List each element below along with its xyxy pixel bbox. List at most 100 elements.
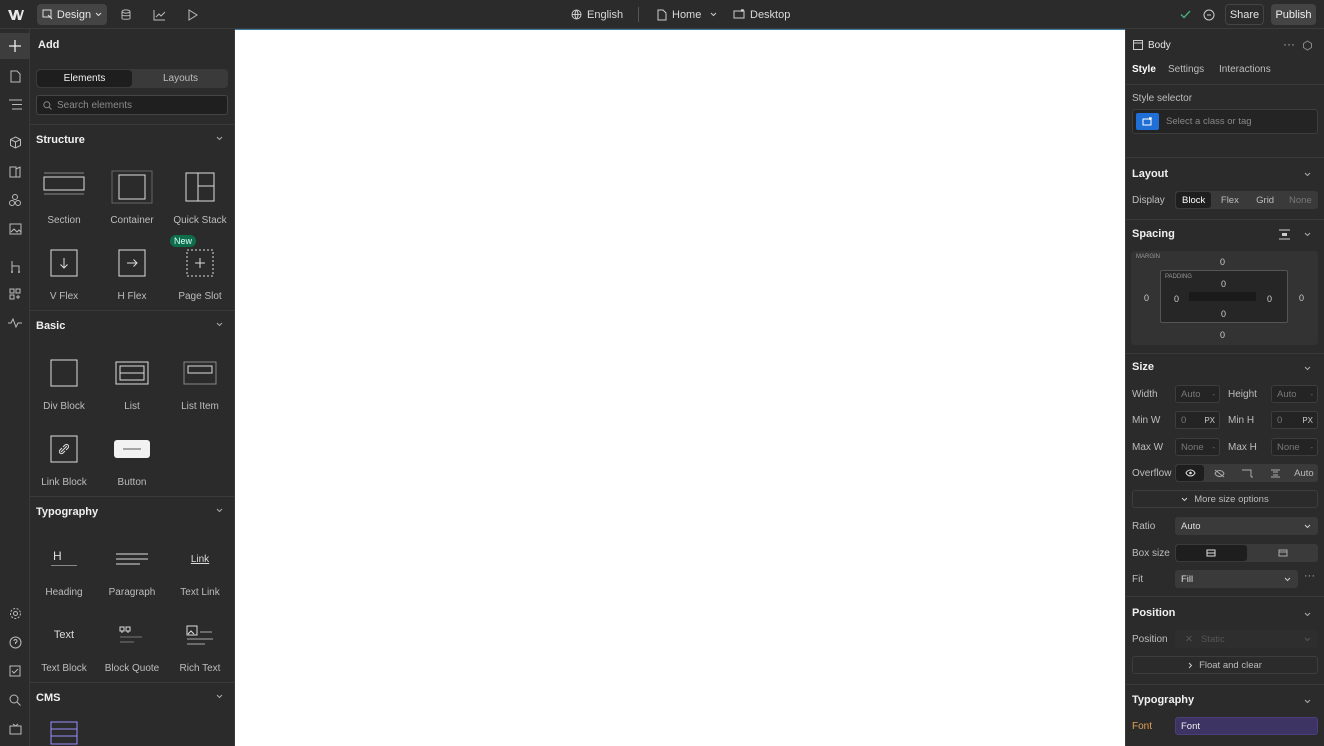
element-page-slot[interactable]: Page Slot (166, 243, 234, 313)
section-structure-header[interactable]: Structure (30, 124, 235, 154)
tab-settings[interactable]: Settings (1168, 64, 1204, 75)
element-div-block[interactable]: Div Block (30, 353, 98, 423)
overflow-visible-eye-icon[interactable] (1176, 465, 1205, 481)
comments-icon[interactable] (1203, 0, 1215, 29)
components-cube-icon[interactable] (0, 129, 30, 155)
styles-drops-icon[interactable] (0, 187, 30, 213)
spacing-section-title[interactable]: Spacing (1132, 228, 1175, 240)
margin-left[interactable]: 0 (1144, 293, 1149, 303)
unit-label[interactable]: PX (1204, 416, 1215, 425)
collection-list-icon[interactable] (50, 721, 78, 745)
display-none-option[interactable]: None (1283, 191, 1318, 209)
element-rich-text[interactable]: Rich Text (166, 615, 234, 685)
min-width-input[interactable]: 0 PX (1175, 411, 1220, 429)
search-zoom-icon[interactable] (0, 687, 30, 713)
overflow-hidden-eye-off-icon[interactable] (1205, 464, 1233, 482)
margin-bottom[interactable]: 0 (1220, 330, 1225, 340)
settings-gear-icon[interactable] (0, 600, 30, 626)
fit-select[interactable]: Fill (1175, 570, 1298, 588)
ratio-select[interactable]: Auto (1175, 517, 1318, 535)
design-canvas[interactable] (235, 29, 1125, 746)
position-section-title[interactable]: Position (1132, 607, 1175, 619)
overflow-auto-option[interactable]: Auto (1290, 464, 1318, 482)
max-width-input[interactable]: None - (1175, 438, 1220, 456)
element-text-link[interactable]: Link Text Link (166, 539, 234, 609)
breakpoint-selector[interactable]: Desktop (733, 0, 790, 29)
display-grid-option[interactable]: Grid (1248, 191, 1283, 209)
content-box-icon[interactable] (1248, 544, 1319, 562)
min-height-input[interactable]: 0 PX (1271, 411, 1318, 429)
help-icon[interactable] (0, 629, 30, 655)
display-block-option[interactable]: Block (1176, 192, 1212, 208)
element-container[interactable]: Container (98, 167, 166, 237)
style-selector-input[interactable]: Select a class or tag (1132, 109, 1318, 134)
element-text-block[interactable]: Text Text Block (30, 615, 98, 685)
search-elements-input[interactable]: Search elements (36, 95, 228, 115)
margin-top[interactable]: 0 (1220, 257, 1225, 267)
pages-icon[interactable] (0, 63, 30, 89)
more-options-icon[interactable]: ··· (1283, 37, 1295, 51)
element-v-flex[interactable]: V Flex (30, 243, 98, 313)
layout-section-title[interactable]: Layout (1132, 168, 1168, 180)
font-select[interactable]: Font (1175, 717, 1318, 735)
padding-right[interactable]: 0 (1267, 294, 1272, 304)
width-input[interactable]: Auto - (1175, 385, 1220, 403)
variables-icon[interactable] (0, 158, 30, 184)
assets-image-icon[interactable] (0, 216, 30, 242)
section-typography-header[interactable]: Typography (30, 496, 235, 526)
position-select[interactable]: ✕ Static (1175, 630, 1318, 648)
audit-checkbox-icon[interactable] (0, 658, 30, 684)
design-mode-button[interactable]: Design (37, 4, 107, 25)
logic-flow-icon[interactable] (0, 253, 30, 279)
section-cms-header[interactable]: CMS (30, 682, 235, 712)
spacing-mode-icon[interactable] (1278, 229, 1291, 240)
add-panel-plus-icon[interactable] (0, 33, 30, 59)
padding-top[interactable]: 0 (1221, 279, 1226, 289)
border-box-icon[interactable] (1176, 545, 1247, 561)
element-h-flex[interactable]: H Flex (98, 243, 166, 313)
element-block-quote[interactable]: Block Quote (98, 615, 166, 685)
check-icon[interactable] (1180, 0, 1191, 29)
margin-right[interactable]: 0 (1299, 293, 1304, 303)
element-section[interactable]: Section (30, 167, 98, 237)
more-size-options-button[interactable]: More size options (1132, 490, 1318, 508)
tab-elements[interactable]: Elements (37, 70, 132, 87)
element-paragraph[interactable]: Paragraph (98, 539, 166, 609)
tab-style[interactable]: Style (1132, 64, 1156, 75)
navigator-icon[interactable] (0, 91, 30, 117)
element-quick-stack[interactable]: Quick Stack (166, 167, 234, 237)
section-basic-header[interactable]: Basic (30, 310, 235, 340)
overflow-scroll-icon[interactable] (1233, 464, 1261, 482)
page-selector[interactable]: Home (657, 0, 717, 29)
language-selector[interactable]: English (571, 0, 623, 29)
share-button[interactable]: Share (1225, 4, 1264, 25)
video-tutorial-icon[interactable] (0, 716, 30, 742)
preview-play-icon[interactable] (187, 0, 198, 29)
publish-button[interactable]: Publish (1271, 4, 1316, 25)
apps-grid-icon[interactable] (0, 281, 30, 307)
analytics-icon[interactable] (153, 0, 166, 29)
height-input[interactable]: Auto - (1271, 385, 1318, 403)
element-heading[interactable]: H Heading (30, 539, 98, 609)
padding-bottom[interactable]: 0 (1221, 309, 1226, 319)
tab-layouts[interactable]: Layouts (133, 69, 228, 88)
component-icon[interactable] (1302, 40, 1313, 51)
typography-section-title[interactable]: Typography (1132, 694, 1194, 706)
activity-pulse-icon[interactable] (0, 310, 30, 336)
float-and-clear-button[interactable]: Float and clear (1132, 656, 1318, 674)
max-height-input[interactable]: None - (1271, 438, 1318, 456)
tab-interactions[interactable]: Interactions (1219, 64, 1271, 75)
unit-label[interactable]: PX (1302, 416, 1313, 425)
size-section-title[interactable]: Size (1132, 361, 1154, 373)
cms-icon[interactable] (120, 0, 132, 29)
desktop-icon (733, 9, 745, 19)
element-link-block[interactable]: Link Block (30, 429, 98, 499)
overflow-clip-icon[interactable] (1262, 464, 1290, 482)
element-list-item[interactable]: List Item (166, 353, 234, 423)
padding-left[interactable]: 0 (1174, 294, 1179, 304)
fit-more-icon[interactable]: ··· (1304, 570, 1315, 582)
element-list[interactable]: List (98, 353, 166, 423)
display-flex-option[interactable]: Flex (1212, 191, 1247, 209)
element-button[interactable]: Button (98, 429, 166, 499)
webflow-logo-icon[interactable] (8, 0, 24, 29)
